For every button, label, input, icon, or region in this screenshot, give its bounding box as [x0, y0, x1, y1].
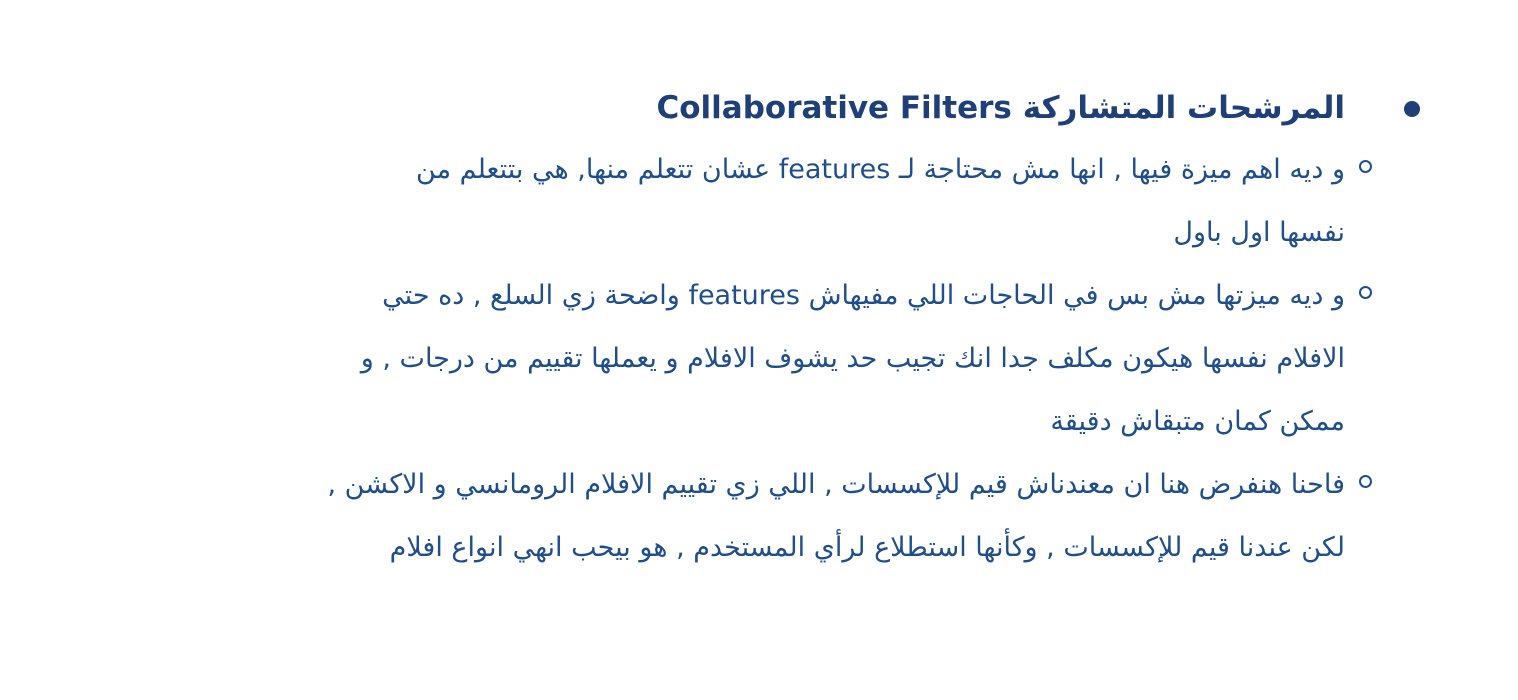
sub-bullet-2-line-2: الافلام نفسها هيكون مكلف جدا انك تجيب حد… [360, 343, 1345, 374]
bullet-dot-icon [1404, 101, 1420, 117]
sub-bullet-3: فاحنا هنفرض هنا ان معندناش قيم للإكسسات … [50, 453, 1470, 579]
sub-bullet-2: و ديه ميزتها مش بس في الحاجات اللي مفيها… [50, 264, 1470, 453]
sub-bullet-3-line-2: لكن عندنا قيم للإكسسات , وكأنها استطلاع … [389, 532, 1345, 563]
heading-english: Collaborative Filters [656, 90, 1012, 126]
hollow-circle-icon [1359, 286, 1372, 299]
sub-bullet-1-line-1: و ديه اهم ميزة فيها , انها مش محتاجة لـ … [416, 154, 1345, 185]
slide-content: المرشحات المتشاركة Collaborative Filters… [50, 78, 1470, 579]
heading-arabic: المرشحات المتشاركة [1022, 90, 1345, 126]
main-bullet: المرشحات المتشاركة Collaborative Filters [50, 78, 1470, 138]
sub-bullet-1-line-2: نفسها اول باول [1173, 217, 1345, 248]
hollow-circle-icon [1359, 475, 1372, 488]
sub-bullet-2-line-1: و ديه ميزتها مش بس في الحاجات اللي مفيها… [382, 280, 1345, 311]
sub-bullet-1: و ديه اهم ميزة فيها , انها مش محتاجة لـ … [50, 138, 1470, 264]
sub-bullet-3-line-1: فاحنا هنفرض هنا ان معندناش قيم للإكسسات … [327, 469, 1345, 500]
hollow-circle-icon [1359, 160, 1372, 173]
sub-bullet-list: و ديه اهم ميزة فيها , انها مش محتاجة لـ … [50, 138, 1470, 579]
sub-bullet-2-line-3: ممكن كمان متبقاش دقيقة [1050, 406, 1345, 437]
slide: المرشحات المتشاركة Collaborative Filters… [0, 0, 1518, 700]
